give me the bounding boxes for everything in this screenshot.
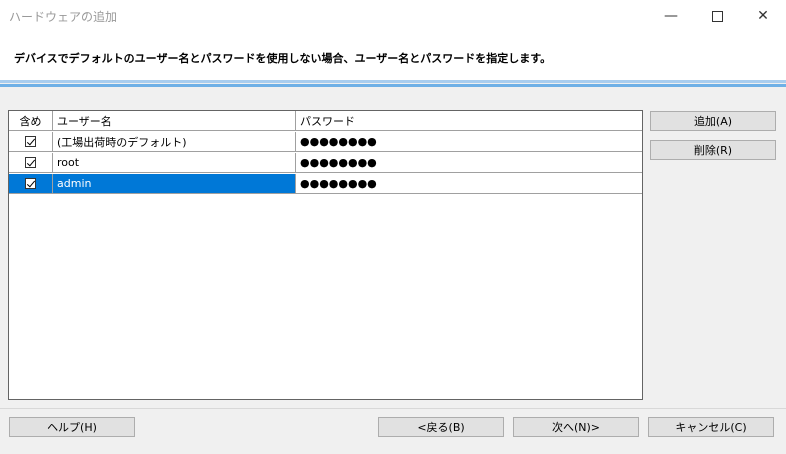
maximize-button[interactable] — [694, 0, 740, 32]
password-cell[interactable]: ●●●●●●●● — [296, 153, 642, 173]
table-row[interactable]: root ●●●●●●●● — [9, 153, 642, 174]
title-bar: ハードウェアの追加 — ✕ — [0, 0, 786, 32]
username-cell[interactable]: admin — [53, 174, 296, 194]
column-header-password[interactable]: パスワード — [296, 111, 642, 131]
header-instruction: デバイスでデフォルトのユーザー名とパスワードを使用しない場合、ユーザー名とパスワ… — [14, 52, 552, 65]
include-checkbox[interactable] — [25, 178, 36, 189]
cancel-button[interactable]: キャンセル(C) — [648, 417, 774, 437]
wizard-header: デバイスでデフォルトのユーザー名とパスワードを使用しない場合、ユーザー名とパスワ… — [0, 32, 786, 80]
password-cell[interactable]: ●●●●●●●● — [296, 174, 642, 194]
include-cell[interactable] — [9, 174, 53, 194]
minimize-icon: — — [664, 8, 678, 24]
delete-button[interactable]: 削除(R) — [650, 140, 776, 160]
help-button[interactable]: ヘルプ(H) — [9, 417, 135, 437]
table-row[interactable]: (工場出荷時のデフォルト) ●●●●●●●● — [9, 132, 642, 153]
maximize-icon — [711, 10, 723, 22]
column-header-include[interactable]: 含め — [9, 111, 53, 131]
include-cell[interactable] — [9, 132, 53, 152]
close-icon: ✕ — [757, 8, 769, 24]
include-cell[interactable] — [9, 153, 53, 173]
username-cell[interactable]: (工場出荷時のデフォルト) — [53, 132, 296, 152]
next-button[interactable]: 次へ(N)> — [513, 417, 639, 437]
column-header-username[interactable]: ユーザー名 — [53, 111, 296, 131]
username-cell[interactable]: root — [53, 153, 296, 173]
close-button[interactable]: ✕ — [740, 0, 786, 32]
password-cell[interactable]: ●●●●●●●● — [296, 132, 642, 152]
header-divider — [0, 80, 786, 88]
header-line-light — [0, 80, 786, 83]
table-row-selected[interactable]: admin ●●●●●●●● — [9, 174, 642, 195]
header-line-dark — [0, 84, 786, 87]
table-header-row: 含め ユーザー名 パスワード — [9, 111, 642, 132]
add-button[interactable]: 追加(A) — [650, 111, 776, 131]
footer-divider — [0, 408, 786, 409]
credentials-table[interactable]: 含め ユーザー名 パスワード (工場出荷時のデフォルト) ●●●●●●●● ro… — [8, 110, 643, 400]
include-checkbox[interactable] — [25, 136, 36, 147]
back-button[interactable]: <戻る(B) — [378, 417, 504, 437]
minimize-button[interactable]: — — [648, 0, 694, 32]
window-title: ハードウェアの追加 — [9, 10, 118, 24]
include-checkbox[interactable] — [25, 157, 36, 168]
